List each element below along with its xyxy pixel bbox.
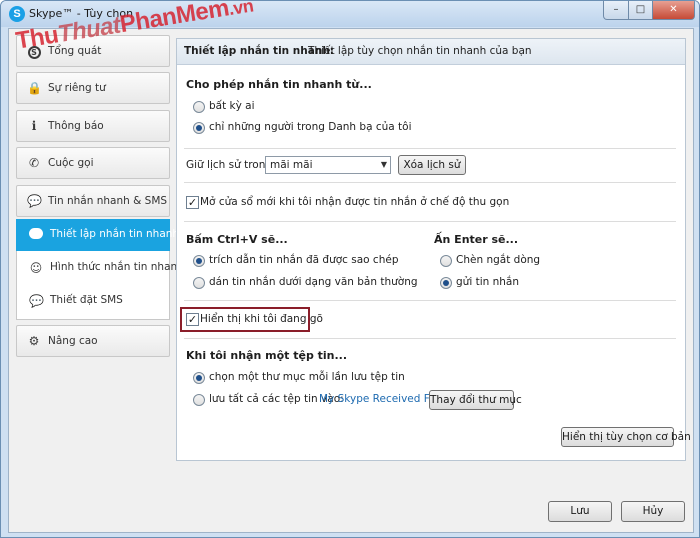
- info-icon: i: [31, 119, 37, 133]
- sidebar-item-im-appearance[interactable]: ☺ Hình thức nhắn tin nhanh: [16, 252, 184, 284]
- clear-history-button[interactable]: Xóa lịch sử: [398, 155, 466, 175]
- received-files-link[interactable]: My Skype Received Files: [319, 393, 447, 405]
- history-select[interactable]: mãi mãi ▼: [265, 156, 391, 174]
- open-window-label: Mở cửa sổ mới khi tôi nhận được tin nhắn…: [200, 196, 510, 208]
- sms-icon: 💬: [29, 294, 44, 308]
- sidebar-item-im-settings[interactable]: Thiết lập nhắn tin nhanh: [16, 219, 179, 251]
- panel-description: Thiết lập tùy chọn nhắn tin nhanh của bạ…: [308, 45, 532, 57]
- sidebar-item-label: Sự riêng tư: [48, 82, 106, 94]
- sidebar-item-calls[interactable]: ✆ Cuộc gọi: [16, 147, 170, 179]
- phone-icon: ✆: [28, 156, 40, 170]
- sidebar-item-label: Thiết đặt SMS: [50, 294, 123, 306]
- divider: [184, 182, 676, 183]
- allow-from-title: Cho phép nhắn tin nhanh từ...: [186, 78, 372, 91]
- divider: [184, 338, 676, 339]
- minimize-button[interactable]: –: [603, 1, 629, 20]
- radio-paste-plain-label: dán tin nhắn dưới dạng văn bản thường: [209, 276, 418, 288]
- change-folder-button[interactable]: Thay đổi thư mục: [429, 390, 522, 410]
- sidebar-item-label: Nâng cao: [48, 335, 98, 347]
- panel-header: Thiết lập nhắn tin nhanh: Thiết lập tùy …: [177, 39, 685, 65]
- smiley-icon: ☺: [29, 261, 43, 275]
- radio-send-message-label: gửi tin nhắn: [456, 276, 519, 288]
- open-window-checkbox[interactable]: ✓: [186, 196, 199, 209]
- history-select-value: mãi mãi: [270, 159, 313, 171]
- sidebar-item-im-sms[interactable]: 💬 Tin nhắn nhanh & SMS: [16, 185, 170, 217]
- lock-icon: 🔒: [27, 81, 42, 95]
- radio-contacts-only-label: chỉ những người trong Danh bạ của tôi: [209, 121, 412, 133]
- chevron-down-icon: ▼: [380, 160, 387, 169]
- sidebar-item-notifications[interactable]: i Thông báo: [16, 110, 170, 142]
- sidebar-item-label: Thiết lập nhắn tin nhanh: [50, 228, 180, 240]
- radio-anyone-label: bất kỳ ai: [209, 100, 255, 112]
- close-button[interactable]: ✕: [652, 1, 695, 20]
- sidebar-item-label: Hình thức nhắn tin nhanh: [50, 261, 184, 273]
- chat-icon: 💬: [27, 194, 42, 208]
- chat-bubble-icon: [29, 228, 43, 242]
- file-receive-title: Khi tôi nhận một tệp tin...: [186, 349, 348, 362]
- radio-choose-folder-label: chọn một thư mục mỗi lần lưu tệp tin: [209, 371, 405, 383]
- divider: [184, 148, 676, 149]
- sidebar-item-advanced[interactable]: ⚙ Nâng cao: [16, 325, 170, 357]
- show-basic-options-button[interactable]: Hiển thị tùy chọn cơ bản: [561, 427, 691, 447]
- gear-icon: ⚙: [28, 334, 40, 348]
- sidebar-item-label: Tin nhắn nhanh & SMS: [48, 195, 168, 207]
- highlight-box: [180, 307, 310, 332]
- radio-choose-folder[interactable]: [193, 372, 205, 384]
- divider: [184, 221, 676, 222]
- radio-send-message[interactable]: [440, 277, 452, 289]
- maximize-button[interactable]: □: [628, 1, 653, 20]
- sidebar-item-label: Thông báo: [48, 120, 104, 132]
- radio-quote-message-label: trích dẫn tin nhắn đã được sao chép: [209, 254, 399, 266]
- cancel-button[interactable]: Hủy: [621, 501, 685, 522]
- sidebar-item-privacy[interactable]: 🔒 Sự riêng tư: [16, 72, 170, 104]
- radio-contacts-only[interactable]: [193, 122, 205, 134]
- sidebar-item-sms-settings[interactable]: 💬 Thiết đặt SMS: [16, 285, 170, 317]
- radio-save-all[interactable]: [193, 394, 205, 406]
- divider: [184, 300, 676, 301]
- radio-anyone[interactable]: [193, 101, 205, 113]
- sidebar-item-label: Cuộc gọi: [48, 157, 94, 169]
- enter-title: Ấn Enter sẽ...: [434, 233, 519, 246]
- radio-quote-message[interactable]: [193, 255, 205, 267]
- skype-app-icon: S: [9, 6, 25, 22]
- radio-paste-plain[interactable]: [193, 277, 205, 289]
- radio-line-break[interactable]: [440, 255, 452, 267]
- save-button[interactable]: Lưu: [548, 501, 612, 522]
- ctrl-v-title: Bấm Ctrl+V sẽ...: [186, 233, 288, 246]
- radio-line-break-label: Chèn ngắt dòng: [456, 254, 541, 266]
- history-label: Giữ lịch sử trong: [186, 159, 273, 171]
